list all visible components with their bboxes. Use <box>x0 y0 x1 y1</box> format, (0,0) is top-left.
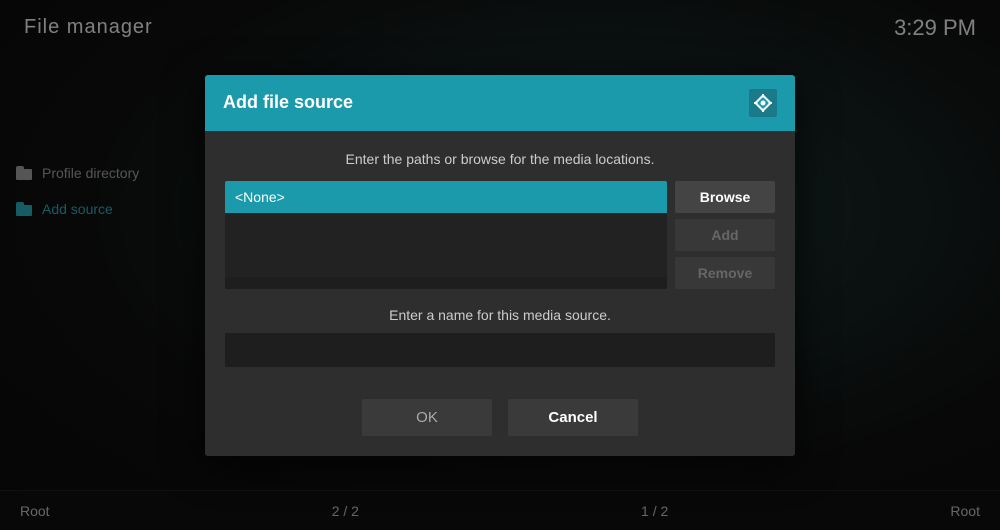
name-section: Enter a name for this media source. <box>225 303 775 367</box>
modal-overlay: Add file source Enter the paths or brows… <box>0 0 1000 530</box>
name-instruction: Enter a name for this media source. <box>225 307 775 323</box>
dialog-close-button[interactable] <box>749 89 777 117</box>
ok-button[interactable]: OK <box>362 399 492 436</box>
path-list-empty-area <box>225 213 667 277</box>
dialog-title: Add file source <box>223 92 353 113</box>
paths-instruction: Enter the paths or browse for the media … <box>225 151 775 167</box>
dialog-footer: OK Cancel <box>205 383 795 456</box>
path-list: <None> <box>225 181 667 289</box>
cancel-button[interactable]: Cancel <box>508 399 638 436</box>
dialog-header: Add file source <box>205 75 795 131</box>
browse-button[interactable]: Browse <box>675 181 775 213</box>
name-input[interactable] <box>225 333 775 367</box>
path-value: <None> <box>235 189 285 205</box>
side-buttons: Browse Add Remove <box>675 181 775 289</box>
dialog: Add file source Enter the paths or brows… <box>205 75 795 456</box>
path-list-item[interactable]: <None> <box>225 181 667 213</box>
dialog-body: Enter the paths or browse for the media … <box>205 131 795 383</box>
remove-button[interactable]: Remove <box>675 257 775 289</box>
add-button[interactable]: Add <box>675 219 775 251</box>
path-area-wrapper: <None> Browse Add Remove <box>225 181 775 289</box>
kodi-close-icon <box>752 92 774 114</box>
